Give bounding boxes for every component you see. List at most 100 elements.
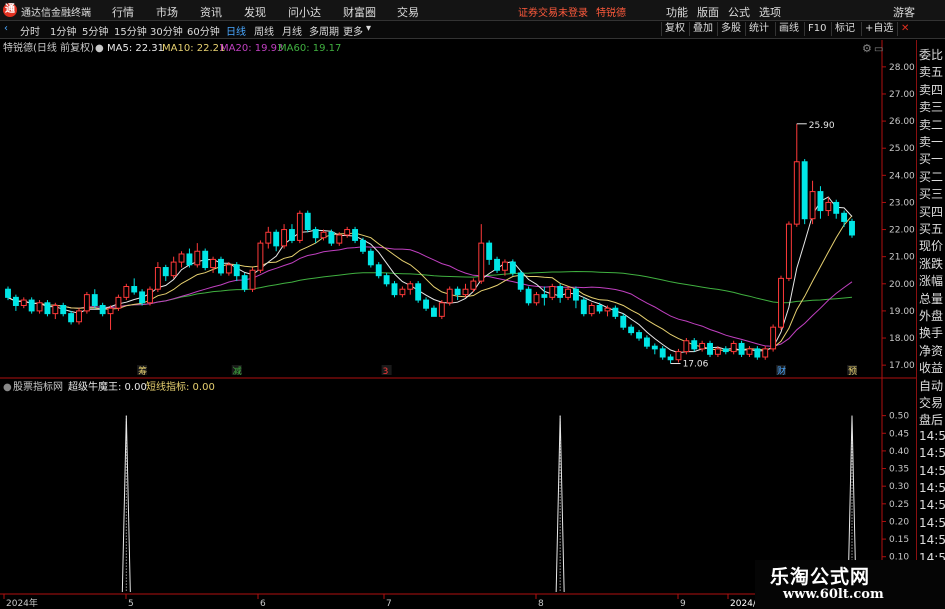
side-panel-label: 14:5 [919, 428, 945, 443]
candle-body [336, 234, 343, 244]
event-marker[interactable]: 财 [777, 365, 786, 377]
indicator-tick-label: 0.40 [889, 447, 909, 457]
tab-period[interactable]: 多周期 [309, 23, 339, 38]
candle-body [730, 342, 737, 353]
event-marker[interactable]: 筹 [138, 365, 147, 377]
time-tick-label: 2024/ [730, 599, 757, 609]
indicator-source: 股票指标网 [13, 380, 63, 393]
side-panel-label: 14:5 [919, 533, 945, 548]
mark-button[interactable]: 标记 [831, 22, 858, 36]
candle-body [273, 231, 280, 247]
candle-body [651, 345, 658, 350]
candle-body [762, 348, 769, 358]
candle-body [12, 296, 19, 306]
price-tick-label: 18.00 [889, 334, 915, 344]
menu-markets[interactable]: 市场 [156, 4, 178, 20]
menu-options[interactable]: 选项 [759, 4, 781, 20]
indicator-spike [555, 415, 565, 593]
candle-body [620, 315, 627, 328]
stock-link[interactable]: 特锐德 [596, 4, 626, 19]
tab-more[interactable]: 更多 [343, 23, 363, 38]
watermark-title: 乐淘公式网 [770, 566, 871, 588]
candle-body [367, 250, 374, 266]
tab-period[interactable]: 分时 [20, 23, 40, 38]
menu-xiaoda[interactable]: 问小达 [288, 4, 321, 20]
candle-body [754, 348, 761, 358]
menu-wealth-circle[interactable]: 财富圈 [343, 4, 376, 20]
indicator-tick-label: 0.25 [889, 500, 909, 510]
time-tick-label: 6 [260, 599, 266, 609]
tab-period[interactable]: 月线 [282, 23, 302, 38]
side-panel-label: 14:5 [919, 446, 945, 461]
login-notice[interactable]: 证券交易未登录 [518, 4, 588, 19]
tab-period[interactable]: 周线 [254, 23, 274, 38]
candle-body [430, 307, 437, 317]
tab-period[interactable]: 15分钟 [114, 23, 147, 38]
menu-trade[interactable]: 交易 [397, 4, 419, 20]
side-panel-label: 卖四 [919, 82, 944, 97]
tab-period[interactable]: 5分钟 [82, 23, 108, 38]
price-tick-label: 28.00 [889, 63, 915, 73]
menu-discover[interactable]: 发现 [244, 4, 266, 20]
time-tick-label: 2024年 [6, 597, 38, 609]
multi-stock-button[interactable]: 多股 [717, 22, 744, 36]
candle-body [178, 253, 185, 263]
candle-body [825, 201, 832, 212]
tab-period[interactable]: 60分钟 [187, 23, 220, 38]
indicator-tick-label: 0.20 [889, 517, 909, 527]
menu-bar: 通 通达信金融终端 行情 市场 资讯 发现 问小达 财富圈 交易 证券交易未登录… [0, 0, 945, 21]
candle-body [525, 288, 532, 304]
side-panel-label: 盘后 [919, 413, 944, 428]
add-watchlist-button[interactable]: +自选 [861, 22, 896, 36]
side-panel-label: 交易 [919, 396, 944, 410]
indicator-short: 短线指标: 0.00 [146, 380, 215, 393]
ma-legend: 特锐德(日线 前复权) ● MA5: 22.31 MA10: 22.21 MA2… [3, 41, 341, 54]
chevron-left-icon[interactable]: ‹ [4, 23, 8, 34]
candle-body [218, 258, 224, 274]
circle-icon: ● [3, 382, 12, 393]
menu-function[interactable]: 功能 [666, 4, 688, 20]
candle-body [478, 242, 485, 282]
price-tick-label: 22.00 [889, 226, 915, 236]
settings-gear-icon[interactable]: ⚙ [862, 42, 872, 55]
candles [5, 123, 855, 364]
tab-period[interactable]: 1分钟 [50, 23, 76, 38]
collapse-icon[interactable]: ▭ [874, 44, 883, 55]
side-panel-label: 14:5 [919, 515, 945, 530]
tab-period-active[interactable]: 日线 [226, 23, 246, 38]
candle-body [462, 288, 469, 296]
candle-body [833, 201, 840, 214]
fuquan-button[interactable]: 复权 [661, 22, 688, 36]
stats-button[interactable]: 统计 [745, 22, 772, 36]
menu-formula[interactable]: 公式 [728, 4, 750, 20]
guest-label[interactable]: 游客 [893, 4, 915, 20]
side-panel-label: 买二 [919, 169, 944, 184]
candle-body [99, 304, 106, 315]
candle-body [415, 283, 422, 301]
candle-body [596, 304, 603, 312]
side-panel-label: 自动 [919, 378, 944, 393]
f10-button[interactable]: F10 [804, 22, 829, 36]
menu-market[interactable]: 行情 [112, 4, 134, 20]
candle-body [289, 229, 295, 241]
indicator-tick-label: 0.15 [889, 535, 909, 545]
candle-body [28, 299, 35, 312]
candlestick-chart[interactable]: 特锐德(日线 前复权) ● MA5: 22.31 MA10: 22.21 MA2… [0, 40, 916, 380]
event-marker[interactable]: 减 [233, 365, 242, 377]
overlay-button[interactable]: 叠加 [689, 22, 716, 36]
time-tick-label: 5 [128, 599, 134, 609]
side-panel-label: 现价 [919, 239, 944, 254]
draw-line-button[interactable]: 画线 [775, 22, 802, 36]
candle-body [785, 223, 792, 279]
close-icon[interactable]: ✕ [897, 22, 912, 36]
menu-news[interactable]: 资讯 [200, 4, 222, 20]
candle-body [423, 299, 430, 309]
candle-body [154, 267, 161, 290]
tab-period[interactable]: 30分钟 [150, 23, 183, 38]
menu-layout[interactable]: 版面 [697, 4, 719, 20]
time-tick-label: 8 [538, 599, 544, 609]
event-marker[interactable]: 3 [383, 367, 389, 377]
event-marker[interactable]: 预 [848, 366, 857, 377]
candle-body [233, 264, 240, 277]
dropdown-caret-icon[interactable]: ▾ [366, 23, 371, 34]
